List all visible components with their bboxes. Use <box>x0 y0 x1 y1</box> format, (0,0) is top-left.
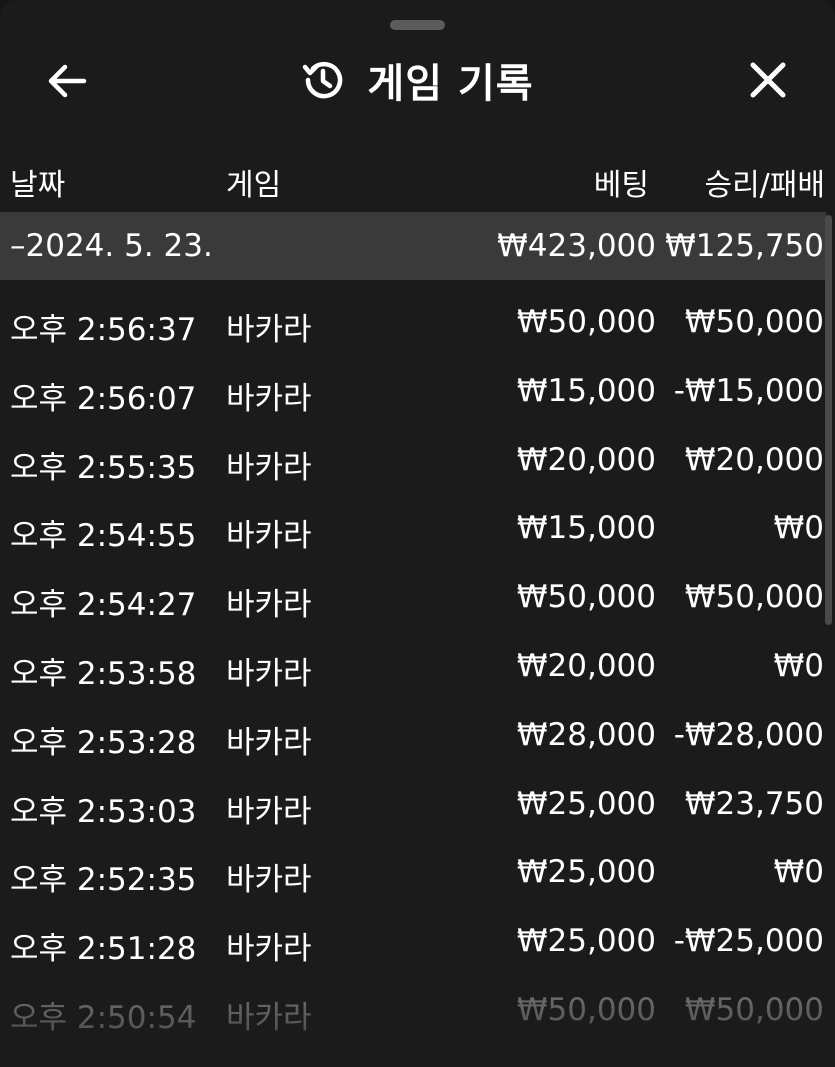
table-row[interactable]: 오후 2:51:28 바카라 ₩25,000 -₩25,000 <box>0 907 826 976</box>
column-result: 승리/패배 <box>704 168 825 203</box>
page-title: 게임 기록 <box>367 61 534 107</box>
table-row[interactable]: 오후 2:55:35 바카라 ₩20,000 ₩20,000 <box>0 426 826 495</box>
row-time: 오후 2:53:58 <box>10 655 197 692</box>
row-game: 바카라 <box>226 312 312 348</box>
game-history-sheet: 게임 기록 날짜 게임 베팅 승리/패배 –2024. 5. 23. ₩423,… <box>0 0 835 1067</box>
history-list: 오후 2:56:37 바카라 ₩50,000 ₩50,000 오후 2:56:0… <box>0 288 826 1045</box>
row-game: 바카라 <box>226 999 312 1036</box>
row-bet: ₩20,000 <box>516 441 656 478</box>
row-result: ₩0 <box>773 647 824 684</box>
drag-handle[interactable] <box>390 20 445 30</box>
row-game: 바카라 <box>226 862 312 899</box>
column-date: 날짜 <box>10 168 66 203</box>
table-row[interactable]: 오후 2:52:35 바카라 ₩25,000 ₩0 <box>0 838 826 907</box>
row-bet: ₩20,000 <box>516 647 656 684</box>
row-time: 오후 2:53:03 <box>10 793 197 830</box>
table-row[interactable]: 오후 2:54:55 바카라 ₩15,000 ₩0 <box>0 494 826 563</box>
date-group-bet-total: ₩423,000 <box>497 228 656 264</box>
row-bet: ₩28,000 <box>516 716 656 753</box>
row-time: 오후 2:52:35 <box>10 862 197 899</box>
row-result: -₩25,000 <box>673 923 824 960</box>
close-button[interactable] <box>740 52 796 108</box>
row-result: -₩28,000 <box>673 716 824 753</box>
header: 게임 기록 <box>0 40 835 120</box>
row-bet: ₩50,000 <box>516 304 656 340</box>
row-game: 바카라 <box>226 724 312 761</box>
row-result: ₩50,000 <box>684 991 824 1028</box>
row-game: 바카라 <box>226 449 312 486</box>
table-row[interactable]: 오후 2:53:58 바카라 ₩20,000 ₩0 <box>0 632 826 701</box>
table-row[interactable]: 오후 2:53:03 바카라 ₩25,000 ₩23,750 <box>0 770 826 839</box>
row-time: 오후 2:54:55 <box>10 518 197 555</box>
date-group-row[interactable]: –2024. 5. 23. ₩423,000 ₩125,750 <box>0 212 826 280</box>
date-group-label: –2024. 5. 23. <box>10 228 213 264</box>
row-bet: ₩25,000 <box>516 923 656 960</box>
table-row[interactable]: 오후 2:53:28 바카라 ₩28,000 -₩28,000 <box>0 701 826 770</box>
column-header: 날짜 게임 베팅 승리/패배 <box>0 150 835 206</box>
close-icon <box>750 62 786 98</box>
row-game: 바카라 <box>226 793 312 830</box>
column-bet: 베팅 <box>593 168 649 203</box>
row-time: 오후 2:54:27 <box>10 587 197 624</box>
row-bet: ₩50,000 <box>516 579 656 616</box>
row-game: 바카라 <box>226 931 312 968</box>
scrollbar[interactable] <box>825 215 832 625</box>
row-game: 바카라 <box>226 518 312 555</box>
row-bet: ₩25,000 <box>516 785 656 822</box>
row-time: 오후 2:56:07 <box>10 380 197 417</box>
row-result: ₩0 <box>773 854 824 891</box>
row-result: ₩20,000 <box>684 441 824 478</box>
row-bet: ₩15,000 <box>516 372 656 409</box>
date-group-result-total: ₩125,750 <box>665 228 824 264</box>
row-time: 오후 2:50:54 <box>10 999 197 1036</box>
row-bet: ₩50,000 <box>516 991 656 1028</box>
row-time: 오후 2:55:35 <box>10 449 197 486</box>
row-result: -₩15,000 <box>673 372 824 409</box>
row-bet: ₩25,000 <box>516 854 656 891</box>
row-result: ₩50,000 <box>684 579 824 616</box>
row-time: 오후 2:51:28 <box>10 931 197 968</box>
history-clock-icon <box>303 61 343 99</box>
row-game: 바카라 <box>226 380 312 417</box>
title-group: 게임 기록 <box>0 52 835 108</box>
column-game: 게임 <box>226 168 282 203</box>
row-bet: ₩15,000 <box>516 510 656 547</box>
row-time: 오후 2:56:37 <box>10 312 197 348</box>
table-row[interactable]: 오후 2:56:07 바카라 ₩15,000 -₩15,000 <box>0 357 826 426</box>
table-row[interactable]: 오후 2:50:54 바카라 ₩50,000 ₩50,000 <box>0 976 826 1045</box>
row-time: 오후 2:53:28 <box>10 724 197 761</box>
row-game: 바카라 <box>226 655 312 692</box>
table-row[interactable]: 오후 2:54:27 바카라 ₩50,000 ₩50,000 <box>0 563 826 632</box>
row-result: ₩0 <box>773 510 824 547</box>
row-result: ₩50,000 <box>684 304 824 340</box>
row-game: 바카라 <box>226 587 312 624</box>
table-row[interactable]: 오후 2:56:37 바카라 ₩50,000 ₩50,000 <box>0 288 826 357</box>
row-result: ₩23,750 <box>684 785 824 822</box>
